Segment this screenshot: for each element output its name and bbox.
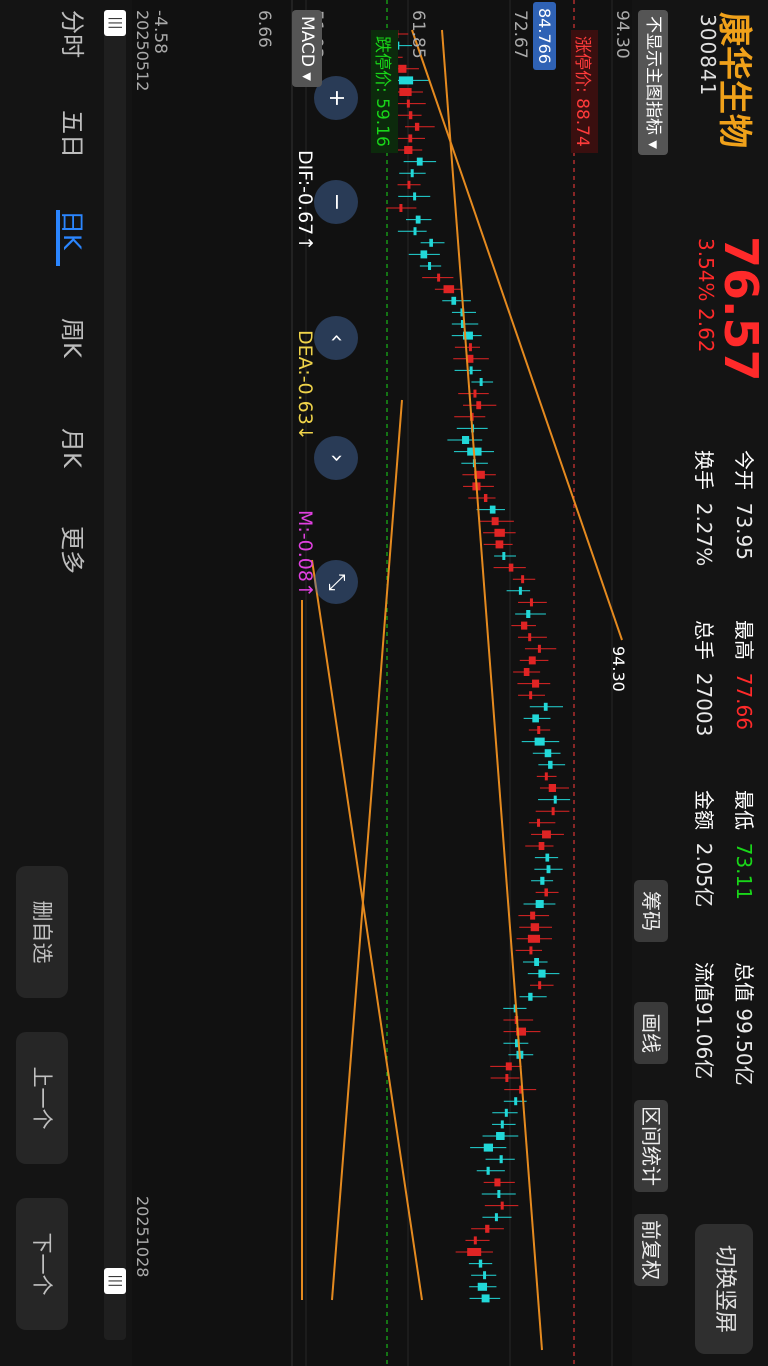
scroller-right-handle[interactable]: ||| bbox=[104, 1268, 126, 1294]
stat-volume: 总手 27003 bbox=[692, 620, 716, 737]
previous-stock-button[interactable]: 上一个 bbox=[16, 1032, 68, 1164]
stat-high: 最高 77.66 bbox=[732, 620, 756, 730]
limit-down-label: 跌停价: 59.16 bbox=[371, 30, 398, 153]
remove-watchlist-button[interactable]: 删自选 bbox=[16, 866, 68, 998]
price-tick-top: 94.30 bbox=[612, 10, 632, 59]
main-indicator-dropdown[interactable]: 不显示主图指标 ▾ bbox=[638, 10, 668, 155]
draw-line-button[interactable]: 画线 bbox=[634, 1002, 668, 1064]
next-stock-button[interactable]: 下一个 bbox=[16, 1198, 68, 1330]
tab-daily-k[interactable]: 日K bbox=[57, 210, 92, 250]
stock-name: 康华生物 bbox=[714, 12, 754, 148]
last-price: 76.57 bbox=[714, 236, 768, 382]
stat-amount: 金额 2.05亿 bbox=[692, 790, 716, 908]
price-change: 2.62 bbox=[694, 308, 718, 353]
date-end: 20251028 bbox=[133, 1196, 152, 1278]
stat-float: 流值91.06亿 bbox=[692, 962, 716, 1080]
macd-dea: DEA:-0.63↓ bbox=[294, 330, 316, 441]
scroll-left-button[interactable]: ‹ bbox=[314, 316, 358, 360]
chips-button[interactable]: 筹码 bbox=[634, 880, 668, 942]
tab-active-indicator bbox=[56, 210, 60, 266]
range-scroller[interactable]: ||| ||| bbox=[104, 10, 126, 1340]
reset-button[interactable]: ⤡ bbox=[314, 560, 358, 604]
price-tick-3: 61.85 bbox=[408, 10, 428, 59]
stat-turnover: 换手 2.27% bbox=[692, 450, 716, 567]
adjust-button[interactable]: 前复权 bbox=[634, 1214, 668, 1286]
tab-five-day[interactable]: 五日 bbox=[57, 110, 92, 158]
scroller-left-handle[interactable]: ||| bbox=[104, 10, 126, 36]
stat-mcap: 总值 99.50亿 bbox=[732, 962, 756, 1086]
macd-m: M:-0.08↑ bbox=[294, 510, 316, 598]
stock-code: 300841 bbox=[696, 14, 720, 97]
kline-chart[interactable] bbox=[132, 0, 632, 1366]
tab-weekly-k[interactable]: 周K bbox=[57, 318, 92, 358]
tab-more[interactable]: 更多 bbox=[57, 526, 92, 574]
date-start: 20250512 bbox=[133, 10, 152, 92]
price-change-pct: 3.54% bbox=[694, 238, 718, 302]
switch-portrait-button[interactable]: 切换竖屏 bbox=[695, 1224, 753, 1354]
macd-tick-top: 6.66 bbox=[254, 10, 274, 48]
macd-indicator-dropdown[interactable]: MACD ▾ bbox=[292, 10, 322, 87]
tab-intraday[interactable]: 分时 bbox=[57, 10, 92, 58]
stat-low: 最低 73.11 bbox=[732, 790, 756, 900]
tab-monthly-k[interactable]: 月K bbox=[57, 428, 92, 468]
price-crosshair-marker: 84.766 bbox=[533, 2, 556, 70]
range-stats-button[interactable]: 区间统计 bbox=[634, 1100, 668, 1192]
price-tick-2: 72.67 bbox=[510, 10, 530, 59]
limit-up-label: 涨停价: 88.74 bbox=[571, 30, 598, 153]
stat-open: 今开 73.95 bbox=[732, 450, 756, 560]
macd-tick-bottom: -4.58 bbox=[150, 10, 170, 54]
scroll-right-button[interactable]: › bbox=[314, 436, 358, 480]
peak-label: 94.30 bbox=[609, 646, 628, 692]
macd-dif: DIF:-0.67↑ bbox=[294, 150, 316, 252]
landscape-kline-screen: 康华生物 300841 76.57 3.54% 2.62 今开 73.95 最高… bbox=[0, 0, 768, 1366]
zoom-out-button[interactable]: − bbox=[314, 180, 358, 224]
